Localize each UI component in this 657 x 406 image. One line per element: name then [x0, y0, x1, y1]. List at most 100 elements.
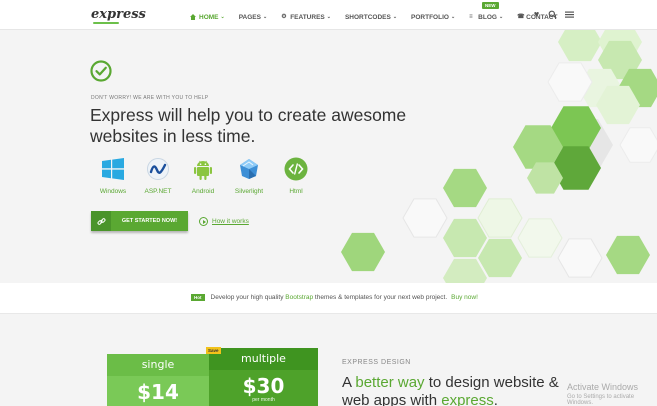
nav-item-pages[interactable]: PAGES ⌄ [239, 11, 267, 23]
hexagon-shape [596, 85, 640, 125]
watermark-subtitle: Go to Settings to activate Windows. [567, 394, 635, 406]
design-headline: A better way to design website & web app… [342, 374, 582, 406]
chevron-down-icon: ⌄ [498, 14, 504, 20]
tech-aspnet: ASP.NET [135, 157, 181, 195]
hexagon-shape [443, 218, 487, 258]
nav-label: PORTFOLIO [411, 13, 449, 21]
hexagon-shape [557, 238, 603, 278]
logo[interactable]: express [91, 7, 146, 24]
aspnet-icon [146, 157, 170, 181]
hexagon-shape [443, 258, 487, 283]
plan-price: $14 [137, 380, 179, 404]
promo-text-end: themes & templates for your next web pro… [313, 294, 448, 301]
tech-label: Windows [99, 188, 127, 195]
tech-html: Html [273, 157, 319, 195]
hero-section: DON'T WORRY! WE ARE WITH YOU TO HELP Exp… [0, 30, 657, 283]
chevron-down-icon: ⌄ [262, 14, 268, 20]
hexagon-shape [578, 68, 622, 108]
nav-item-blog[interactable]: ≡ BLOG ⌄ [469, 11, 503, 23]
promo-content: Hot Develop your high quality Bootstrap … [191, 294, 478, 301]
plan-name: multiple [209, 348, 318, 370]
hexagon-shape [443, 168, 487, 208]
hot-badge: Hot [191, 294, 205, 301]
hero-headline: Express will help you to create awesome … [90, 105, 407, 146]
headline-part: to design website & [424, 374, 559, 391]
hexagon-shape [527, 162, 563, 194]
pricing-plan-single[interactable]: single $14 [107, 354, 209, 406]
hexagon-shape [547, 62, 593, 102]
chevron-down-icon: ⌄ [392, 14, 398, 20]
buy-now-link[interactable]: Buy now! [451, 294, 478, 301]
pricing-plan-multiple[interactable]: multiple $30 per month [209, 348, 318, 406]
get-started-label: GET STARTED NOW! [121, 218, 178, 224]
hero-eyebrow: DON'T WORRY! WE ARE WITH YOU TO HELP [91, 95, 209, 101]
chevron-down-icon: ⌄ [326, 14, 331, 20]
logo-underline [93, 22, 119, 24]
hexagon-shape [402, 198, 448, 238]
hexagon-shape [551, 106, 601, 150]
headline-highlight: better way [355, 374, 425, 391]
nav-label: PAGES [238, 13, 261, 21]
heart-icon[interactable]: ♥ [532, 10, 541, 19]
headline-part: . [493, 392, 498, 406]
tech-label: ASP.NET [144, 188, 172, 195]
hexagon-shape [341, 232, 385, 272]
design-section: single $14 multiple $30 per month Save E… [0, 314, 657, 406]
promo-text: Develop your high quality [210, 294, 286, 301]
nav-item-shortcodes[interactable]: SHORTCODES ⌄ [345, 11, 397, 23]
checkmark-icon [90, 60, 112, 87]
activate-windows-watermark: Activate Windows Go to Settings to activ… [567, 382, 657, 406]
headline-part: web apps with [342, 392, 442, 406]
how-it-works-label: How it works [212, 218, 249, 225]
design-eyebrow: EXPRESS DESIGN [342, 359, 411, 366]
headline-part: A [342, 374, 356, 391]
chevron-down-icon: ⌄ [450, 14, 456, 20]
nav-label: BLOG [478, 13, 497, 21]
play-icon [199, 217, 208, 226]
windows-icon [101, 157, 125, 181]
hexagon-shape [558, 30, 602, 62]
gear-icon: ⚙ [281, 14, 287, 20]
watermark-title: Activate Windows [567, 382, 639, 392]
hexagon-shape [619, 127, 657, 163]
logo-text: express [91, 7, 146, 22]
android-icon [191, 157, 215, 181]
hexagon-shape [618, 68, 657, 108]
silverlight-icon [237, 157, 261, 181]
hexagon-shape [478, 238, 522, 278]
phone-icon: ☎ [517, 14, 525, 20]
hexagon-shape [513, 125, 563, 169]
new-badge: NEW [482, 2, 499, 9]
search-icon[interactable] [548, 10, 557, 19]
save-badge: Save [206, 347, 221, 354]
tech-android: Android [180, 157, 226, 195]
bootstrap-link[interactable]: Bootstrap [285, 294, 313, 301]
plan-name: single [107, 354, 209, 376]
how-it-works-link[interactable]: How it works [199, 217, 249, 226]
tech-silverlight: Silverlight [226, 157, 272, 195]
home-icon [190, 14, 196, 20]
get-started-button[interactable]: GET STARTED NOW! [91, 211, 188, 231]
nav-label: FEATURES [290, 13, 325, 21]
tech-label: Html [289, 188, 303, 195]
plan-price: $30 [242, 374, 285, 398]
link-icon [91, 211, 111, 231]
hexagon-shape [553, 119, 613, 171]
nav-label: HOME [199, 13, 219, 21]
plan-period: per month [252, 397, 275, 403]
menu-icon[interactable] [565, 10, 574, 19]
headline-highlight: express [441, 392, 494, 406]
hexagon-shape [517, 218, 563, 258]
nav-item-home[interactable]: HOME ⌄ [190, 11, 225, 23]
hexagon-shape [598, 30, 642, 62]
list-icon: ≡ [469, 14, 473, 20]
hexagon-shape [477, 198, 523, 238]
promo-bar: Hot Develop your high quality Bootstrap … [0, 283, 657, 314]
hexagon-shape [606, 235, 650, 275]
chevron-down-icon: ⌄ [220, 14, 225, 20]
site-header: express HOME ⌄ PAGES ⌄ ⚙ FEATURES ⌄ SHOR… [0, 0, 657, 30]
hexagon-shape [551, 146, 601, 190]
nav-item-portfolio[interactable]: PORTFOLIO ⌄ [411, 11, 455, 23]
tech-label: Android [191, 188, 215, 195]
nav-item-features[interactable]: ⚙ FEATURES ⌄ [281, 11, 331, 23]
